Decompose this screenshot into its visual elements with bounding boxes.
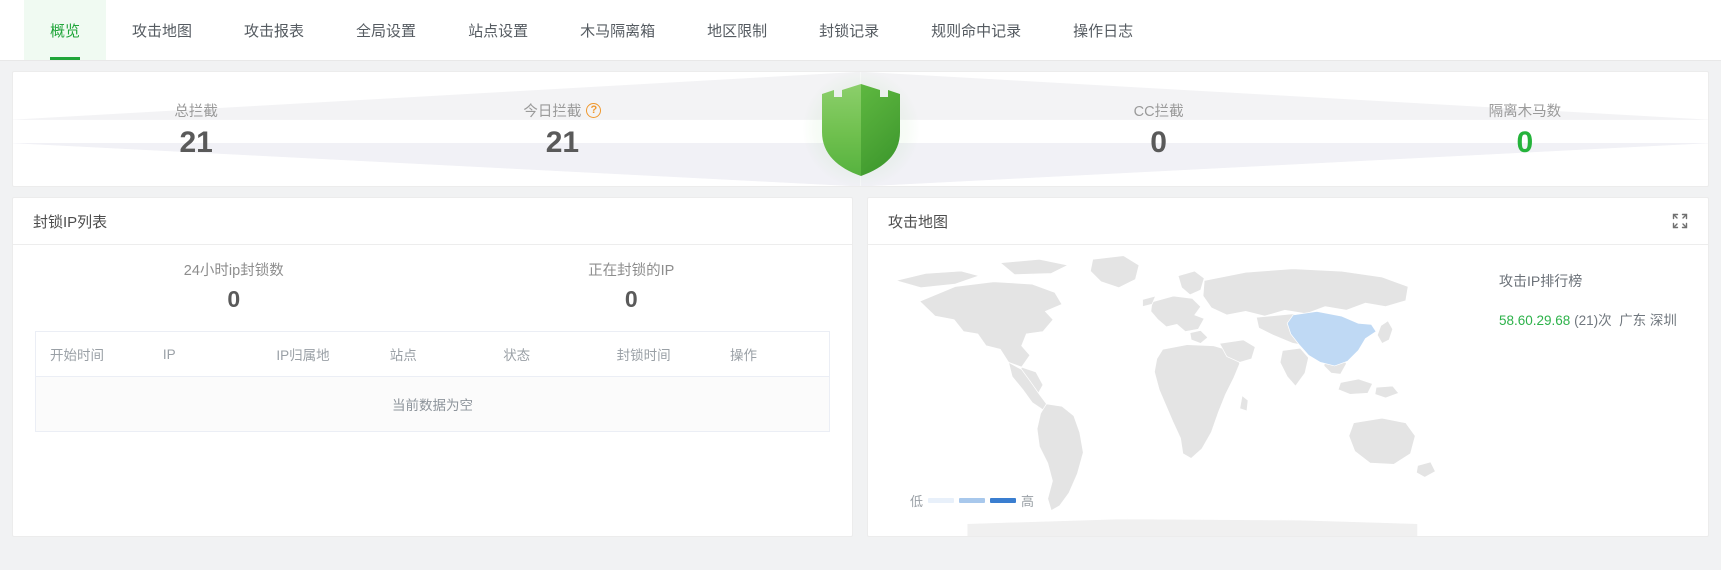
stat-quarantined-trojans: 隔离木马数 0: [1342, 100, 1708, 158]
mini-stat-value: 0: [227, 286, 241, 312]
tab-label: 概览: [50, 22, 81, 40]
attack-map-body: 低 高 攻击IP排行榜 58.60.29.68 (21)次 广东 深圳: [868, 245, 1708, 536]
column-block-time[interactable]: 封锁时间: [602, 331, 717, 377]
tab-site-settings[interactable]: 站点设置: [442, 0, 554, 60]
stat-quarantined-value: 0: [1516, 126, 1534, 159]
mini-stat-label: 正在封锁的IP: [588, 263, 675, 279]
tab-label: 地区限制: [707, 22, 768, 40]
legend-swatch-low: [928, 498, 955, 503]
attack-map-panel-title: 攻击地图: [888, 213, 949, 231]
stat-total-block-label: 总拦截: [174, 104, 218, 120]
tab-label: 木马隔离箱: [580, 22, 656, 40]
table-empty-row: 当前数据为空: [35, 376, 830, 432]
stat-cc-block: CC拦截 0: [976, 100, 1342, 158]
ranking-ip: 58.60.29.68: [1499, 313, 1571, 328]
world-map[interactable]: 低 高: [868, 251, 1493, 536]
tab-region-restriction[interactable]: 地区限制: [681, 0, 793, 60]
mini-stat-currently-blocked: 正在封锁的IP 0: [433, 259, 831, 311]
table-header: 开始时间 IP IP归属地 站点 状态 封锁时间 操作: [35, 331, 830, 377]
tab-rule-hit-records[interactable]: 规则命中记录: [905, 0, 1047, 60]
legend-high-label: 高: [1021, 494, 1035, 509]
tab-attack-report[interactable]: 攻击报表: [218, 0, 330, 60]
column-ip-location[interactable]: IP归属地: [262, 331, 376, 377]
stat-quarantined-label: 隔离木马数: [1488, 104, 1562, 120]
column-ip[interactable]: IP: [148, 331, 263, 377]
tab-label: 站点设置: [468, 22, 529, 40]
stat-label: CC拦截: [1134, 100, 1184, 121]
column-start-time[interactable]: 开始时间: [35, 331, 149, 377]
ranking-list-item[interactable]: 58.60.29.68 (21)次 广东 深圳: [1499, 311, 1692, 331]
tab-label: 封锁记录: [819, 22, 880, 40]
mini-stat-label: 24小时ip封锁数: [183, 263, 284, 279]
blocked-ip-table: 开始时间 IP IP归属地 站点 状态 封锁时间 操作 当前数据为空: [35, 331, 830, 432]
main-tab-bar: 概览 攻击地图 攻击报表 全局设置 站点设置 木马隔离箱 地区限制 封锁记录 规…: [0, 0, 1721, 61]
blocked-ip-panel: 封锁IP列表 24小时ip封锁数 0 正在封锁的IP 0 开始时间 IP IP归…: [12, 197, 853, 537]
ranking-region: 广东 深圳: [1619, 313, 1677, 328]
attack-map-panel: 攻击地图 低 高 攻击IP排行榜 58.60.29.68 (21)次 广东 深圳: [867, 197, 1709, 537]
table-header-row: 开始时间 IP IP归属地 站点 状态 封锁时间 操作: [35, 331, 830, 377]
stat-label: 今日拦截 ?: [523, 100, 602, 121]
blocked-ip-panel-title: 封锁IP列表: [33, 213, 108, 231]
map-legend: 低 高: [910, 491, 1034, 510]
summary-stats-card: 总拦截 21 今日拦截 ? 21 CC拦截 0 隔离木马数 0: [12, 71, 1709, 187]
fullscreen-icon[interactable]: [1672, 213, 1688, 229]
tab-operation-log[interactable]: 操作日志: [1047, 0, 1159, 60]
column-site[interactable]: 站点: [375, 331, 490, 377]
table-body: 当前数据为空: [35, 376, 830, 432]
tab-attack-map[interactable]: 攻击地图: [106, 0, 218, 60]
shield-icon: [821, 84, 900, 176]
stat-today-block: 今日拦截 ? 21: [379, 100, 745, 158]
column-actions[interactable]: 操作: [716, 331, 830, 377]
stat-total-block: 总拦截 21: [13, 100, 379, 158]
legend-low-label: 低: [910, 494, 924, 509]
panel-header: 攻击地图: [868, 198, 1708, 245]
tab-label: 攻击报表: [244, 22, 305, 40]
mini-stat-24h-blocks: 24小时ip封锁数 0: [35, 259, 433, 311]
stat-today-block-value: 21: [545, 126, 580, 159]
legend-swatch-mid: [959, 498, 986, 503]
lower-panels: 封锁IP列表 24小时ip封锁数 0 正在封锁的IP 0 开始时间 IP IP归…: [0, 187, 1721, 537]
stat-cc-block-value: 0: [1150, 126, 1167, 159]
shield-emblem-slot: [746, 72, 976, 186]
tab-overview[interactable]: 概览: [24, 0, 107, 60]
blocked-ip-mini-stats: 24小时ip封锁数 0 正在封锁的IP 0: [35, 259, 830, 311]
stat-total-block-value: 21: [179, 126, 213, 159]
help-icon[interactable]: ?: [586, 103, 602, 118]
attack-ip-ranking-title: 攻击IP排行榜: [1499, 273, 1583, 289]
attack-ip-ranking: 攻击IP排行榜 58.60.29.68 (21)次 广东 深圳: [1493, 251, 1708, 536]
mini-stat-value: 0: [624, 286, 638, 312]
tab-label: 操作日志: [1073, 22, 1134, 40]
blocked-ip-panel-body: 24小时ip封锁数 0 正在封锁的IP 0 开始时间 IP IP归属地 站点 状…: [13, 245, 852, 536]
tab-global-settings[interactable]: 全局设置: [330, 0, 442, 60]
panel-header: 封锁IP列表: [13, 198, 852, 245]
tab-label: 规则命中记录: [931, 22, 1022, 40]
tab-label: 全局设置: [356, 22, 417, 40]
stat-label: 隔离木马数: [1489, 100, 1562, 121]
stat-today-block-label: 今日拦截: [523, 104, 582, 120]
tab-label: 攻击地图: [132, 22, 193, 40]
stat-label: 总拦截: [174, 100, 218, 121]
table-empty-text: 当前数据为空: [35, 376, 830, 432]
ranking-count: (21)次: [1574, 313, 1612, 328]
column-status[interactable]: 状态: [489, 331, 603, 377]
legend-swatch-high: [990, 498, 1017, 503]
stat-cc-block-label: CC拦截: [1133, 104, 1184, 120]
tab-block-records[interactable]: 封锁记录: [793, 0, 905, 60]
tab-trojan-quarantine[interactable]: 木马隔离箱: [554, 0, 681, 60]
